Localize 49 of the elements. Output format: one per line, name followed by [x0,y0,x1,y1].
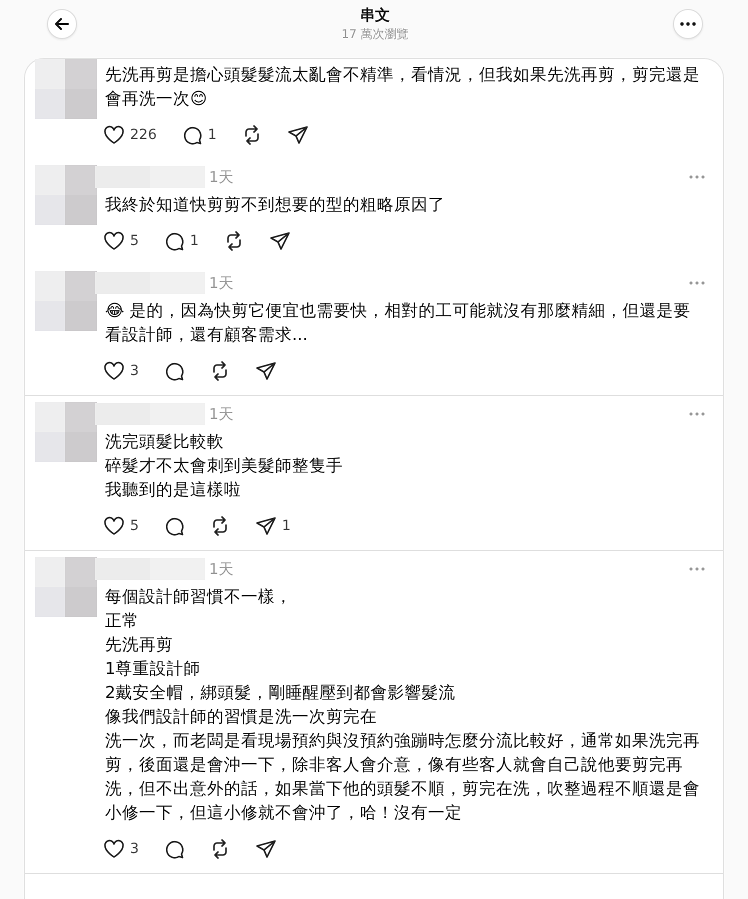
view-count: 17 萬次瀏覽 [341,26,409,43]
heart-icon[interactable] [103,515,125,537]
heart-icon[interactable] [103,838,125,860]
post-time: 1天 [209,404,234,424]
post-text: 1尊重設計師 [105,658,200,680]
count: 3 [130,841,139,857]
post-text: 我聽到的是這樣啦 [105,479,241,501]
post-text: 正常 [105,610,139,632]
post-time: 1天 [209,168,234,186]
post-text: 洗一次，而老闆是看現場預約與沒預約強蹦時怎麼分流比較好，通常如果洗完再剪，後面還是會沖一下，除非客人會介意，像有些客人就會自己說他要剪完再洗，但不出意外的話，如果當下他的頭髮不順，剪完在洗，吹整過程不順還是會小修一下，但這小修就不會沖了，哈！沒有一定 [105,730,701,824]
paper-plane-icon[interactable] [254,360,277,382]
heart-icon[interactable] [103,230,125,252]
back-button[interactable] [47,9,77,39]
count: 5 [130,233,139,249]
redacted-avatar [35,402,97,462]
post-text: 先洗再剪是擔心頭髮髮流太亂會不精準，看情況，但我如果先洗再剪，剪完還是會再洗一次😊 [105,64,701,110]
heart-icon[interactable] [103,360,125,382]
post-text: 😂 是的，因為快剪它便宜也需要快，相對的工可能就沒有那麼精細，但還是要看設計師，還有顧客需求... [105,300,692,346]
redacted-avatar [35,271,97,331]
redacted-avatar [35,557,97,617]
post-text: 我終於知道快剪剪不到想要的型的粗略原因了 [105,194,445,216]
paper-plane-icon[interactable] [268,230,291,252]
post-text: 先洗再剪 [105,634,173,656]
post-text: 每個設計師習慣不一樣， [105,586,292,608]
post-time: 1天 [209,560,234,578]
post-time: 1天 [209,274,234,292]
post-text: 2戴安全帽，綁頭髮，剛睡醒壓到都會影響髮流 [105,682,456,704]
count: 1 [190,233,199,249]
count: 5 [130,518,139,534]
more-icon[interactable] [689,281,705,285]
more-icon [680,22,696,26]
post-text: 洗完頭髮比較軟 [105,431,224,453]
more-icon[interactable] [689,175,705,179]
paper-plane-icon[interactable] [286,124,309,146]
more-icon[interactable] [689,412,705,416]
count: 226 [130,127,157,143]
redacted-avatar [35,165,97,225]
heart-icon[interactable] [103,124,125,146]
paper-plane-icon[interactable] [254,515,277,537]
more-icon[interactable] [689,567,705,571]
thread-title: 串文 [359,5,391,25]
count: 1 [208,127,217,143]
paper-plane-icon[interactable] [254,838,277,860]
count: 1 [282,518,291,534]
post-text: 碎髮才不太會刺到美髮師整隻手 [105,455,343,477]
back-arrow-icon [54,16,70,32]
post-text: 像我們設計師的習慣是洗一次剪完在 [105,706,377,728]
count: 3 [130,363,139,379]
more-button[interactable] [673,9,703,39]
